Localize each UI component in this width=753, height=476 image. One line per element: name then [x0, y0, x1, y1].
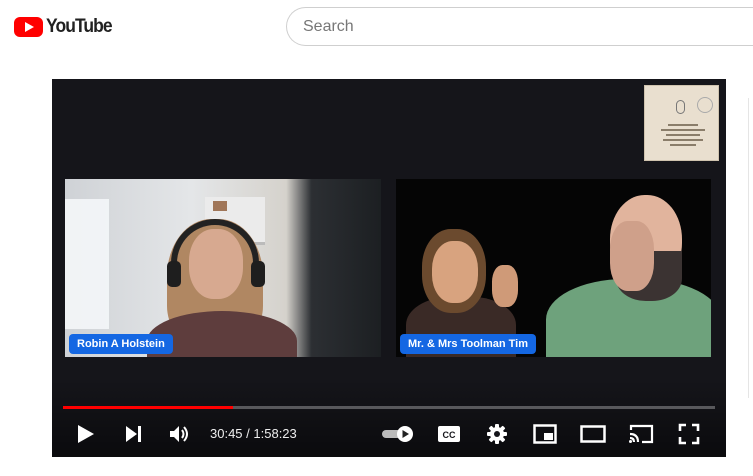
video-player[interactable]: Robin A Holstein Mr. & Mrs Toolman Tim 3…: [52, 79, 726, 457]
captions-button[interactable]: CC: [436, 417, 462, 451]
progress-bar-played: [63, 406, 233, 409]
badge-text: [655, 124, 710, 149]
search-box[interactable]: [286, 7, 753, 46]
next-icon: [126, 426, 141, 442]
participant-arm: [610, 221, 654, 291]
participant-video-right: Mr. & Mrs Toolman Tim: [396, 179, 711, 357]
miniplayer-button[interactable]: [532, 417, 558, 451]
sidebar-divider: [748, 98, 749, 398]
next-button[interactable]: [122, 417, 146, 451]
fullscreen-icon: [678, 423, 700, 445]
participant-face: [432, 241, 478, 303]
autoplay-toggle-icon: [382, 426, 413, 442]
seal-icon: [697, 97, 713, 113]
cast-button[interactable]: [627, 417, 655, 451]
miniplayer-icon: [533, 424, 557, 444]
youtube-logo[interactable]: YouTube: [14, 15, 117, 39]
svg-text:CC: CC: [443, 430, 456, 440]
theater-icon: [580, 425, 606, 443]
theater-mode-button[interactable]: [579, 417, 607, 451]
participant-name-tag: Robin A Holstein: [69, 334, 173, 354]
participant-hand: [492, 265, 518, 307]
volume-button[interactable]: [168, 417, 192, 451]
channel-badge: [644, 85, 719, 161]
microphone-icon: [676, 100, 685, 114]
logo-text: YouTube: [46, 16, 113, 37]
duration: 1:58:23: [253, 426, 297, 441]
settings-button[interactable]: [484, 417, 510, 451]
autoplay-toggle[interactable]: [380, 417, 418, 451]
youtube-logo-icon: [14, 17, 43, 37]
search-input[interactable]: [303, 17, 743, 37]
top-bar: YouTube: [0, 0, 753, 56]
gear-icon: [487, 424, 507, 444]
progress-bar[interactable]: [63, 406, 715, 409]
current-time: 30:45: [210, 426, 243, 441]
earcup-right: [251, 261, 265, 287]
earcup-left: [167, 261, 181, 287]
participant-name-tag: Mr. & Mrs Toolman Tim: [400, 334, 536, 354]
play-button[interactable]: [74, 417, 98, 451]
player-controls: 30:45 / 1:58:23 CC: [52, 417, 726, 451]
play-icon: [78, 425, 94, 443]
window-light: [65, 199, 109, 329]
participant-video-left: Robin A Holstein: [65, 179, 381, 357]
captions-icon: CC: [438, 426, 460, 442]
time-display: 30:45 / 1:58:23: [210, 426, 297, 441]
cast-icon: [629, 424, 654, 444]
volume-icon: [170, 426, 188, 442]
fullscreen-button[interactable]: [676, 417, 702, 451]
